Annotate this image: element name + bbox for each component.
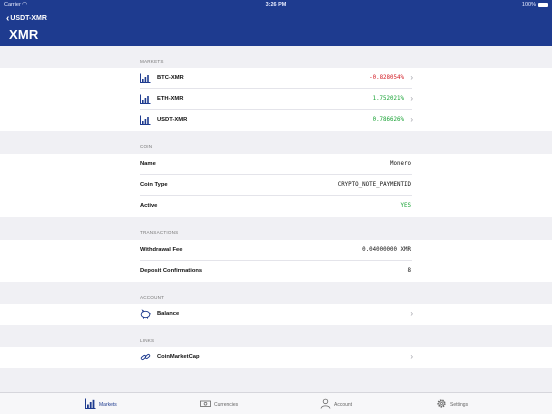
tab-label: Markets — [99, 402, 117, 408]
battery-icon — [538, 2, 548, 7]
market-row-btc-xmr[interactable]: BTC-XMR -0.828054% › — [0, 68, 552, 89]
chevron-left-icon: ‹ — [6, 13, 10, 24]
battery-percent: 100% — [521, 2, 536, 8]
withdrawal-fee-label: Withdrawal Fee — [140, 247, 183, 253]
coin-name-label: Name — [140, 161, 156, 167]
deposit-confirmations-row: Deposit Confirmations 8 — [0, 261, 552, 282]
coinmarketcap-row[interactable]: CoinMarketCap › — [0, 347, 552, 368]
bar-chart-icon — [140, 73, 151, 83]
page-title: XMR — [9, 27, 39, 42]
coin-type-label: Coin Type — [140, 182, 168, 188]
market-label: BTC-XMR — [157, 75, 184, 81]
section-header-markets: MARKETS — [140, 59, 164, 64]
section-header-links: LINKS — [140, 338, 155, 343]
market-label: ETH-XMR — [157, 96, 184, 102]
bar-chart-icon — [140, 94, 151, 104]
navigation-header: Carrier ◠ 3:26 PM 100% ‹USDT-XMR XMR — [0, 0, 552, 46]
section-header-account: ACCOUNT — [140, 295, 165, 300]
battery-area: 100% — [522, 2, 548, 8]
person-icon — [320, 398, 331, 409]
coin-row-name: Name Monero — [0, 154, 552, 175]
coin-name-value: Monero — [390, 161, 411, 167]
tab-label: Settings — [450, 402, 469, 408]
chevron-right-icon: › — [410, 73, 413, 82]
coin-active-label: Active — [140, 203, 158, 209]
banknote-icon — [200, 400, 211, 407]
withdrawal-fee-row: Withdrawal Fee 0.04000000 XMR — [0, 240, 552, 261]
status-time: 3:26 PM — [265, 2, 287, 8]
chevron-right-icon: › — [410, 352, 413, 361]
gear-icon — [437, 399, 446, 408]
market-change: 1.752021% — [372, 96, 404, 102]
chevron-right-icon: › — [410, 115, 413, 124]
back-label: USDT-XMR — [10, 15, 47, 22]
tab-label: Currencies — [214, 402, 239, 408]
market-label: USDT-XMR — [157, 117, 188, 123]
piggy-bank-icon — [140, 309, 151, 319]
market-change: 0.786626% — [372, 117, 404, 123]
market-row-usdt-xmr[interactable]: USDT-XMR 0.786626% › — [0, 110, 552, 131]
link-icon — [140, 353, 151, 361]
section-header-transactions: TRANSACTIONS — [140, 230, 179, 235]
bar-chart-icon — [140, 115, 151, 125]
deposit-confirmations-label: Deposit Confirmations — [140, 268, 203, 274]
balance-label: Balance — [157, 311, 180, 317]
status-bar: Carrier ◠ 3:26 PM 100% — [0, 2, 552, 10]
market-row-eth-xmr[interactable]: ETH-XMR 1.752021% › — [0, 89, 552, 110]
back-button[interactable]: ‹USDT-XMR — [6, 13, 47, 24]
tab-label: Account — [334, 402, 353, 408]
balance-row[interactable]: Balance › — [0, 304, 552, 325]
coin-active-value: YES — [400, 203, 411, 209]
section-header-coin: COIN — [140, 144, 153, 149]
chevron-right-icon: › — [410, 94, 413, 103]
chevron-right-icon: › — [410, 309, 413, 318]
tab-bar: Markets Currencies Account Settings — [0, 392, 552, 414]
bar-chart-icon — [85, 398, 96, 409]
coin-row-active: Active YES — [0, 196, 552, 217]
coin-type-value: CRYPTO_NOTE_PAYMENTID — [337, 182, 411, 188]
market-change: -0.828054% — [369, 75, 404, 81]
withdrawal-fee-value: 0.04000000 XMR — [362, 247, 411, 253]
coinmarketcap-label: CoinMarketCap — [157, 354, 200, 360]
deposit-confirmations-value: 8 — [407, 268, 412, 274]
coin-row-type: Coin Type CRYPTO_NOTE_PAYMENTID — [0, 175, 552, 196]
